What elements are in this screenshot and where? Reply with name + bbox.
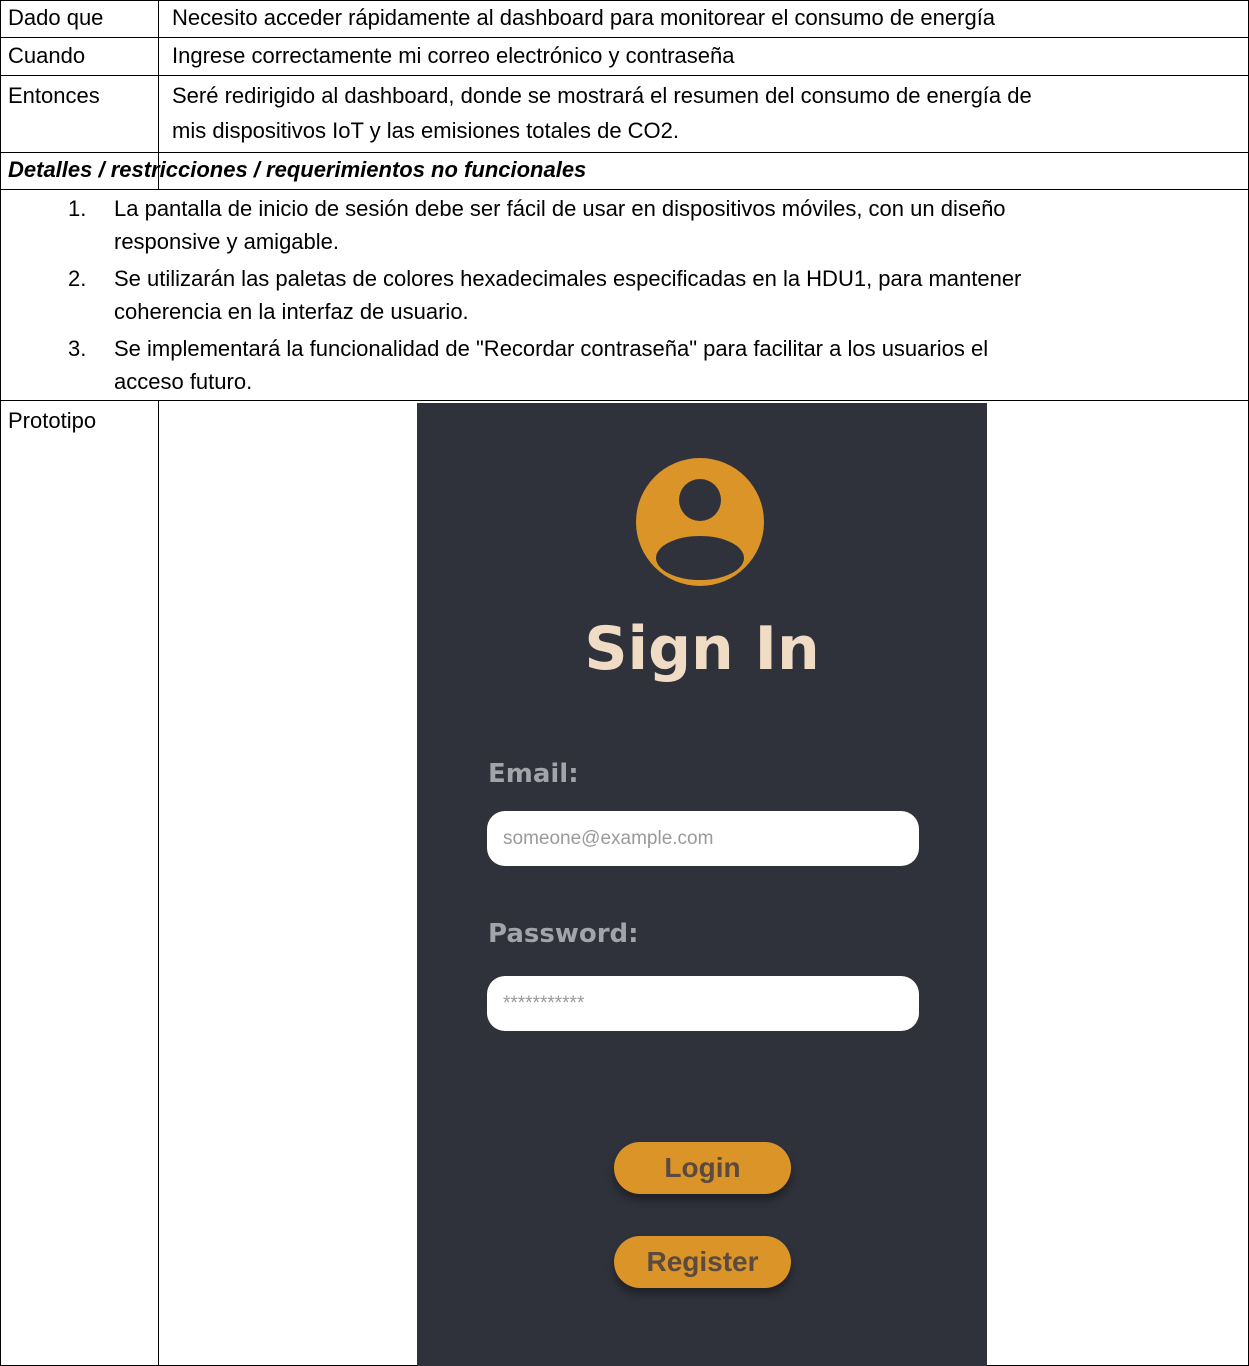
email-label: Email: (488, 759, 579, 789)
login-button[interactable]: Login (614, 1142, 791, 1194)
page-title: Sign In (584, 614, 820, 684)
email-field[interactable]: someone@example.com (487, 811, 919, 866)
row-value-entonces-line1: Seré redirigido al dashboard, donde se m… (172, 83, 1032, 108)
row-divider (0, 152, 1249, 153)
user-story-table: Dado que Necesito acceder rápidamente al… (0, 0, 1249, 1366)
list-number: 3. (68, 336, 87, 361)
list-text-line1: La pantalla de inicio de sesión debe ser… (114, 196, 1006, 221)
row-value-dado-que: Necesito acceder rápidamente al dashboar… (172, 5, 996, 30)
row-divider (0, 75, 1249, 76)
row-divider (0, 400, 1249, 401)
row-value-entonces-line2: mis dispositivos IoT y las emisiones tot… (172, 118, 680, 143)
list-number: 2. (68, 266, 87, 291)
row-label-dado-que: Dado que (8, 5, 104, 30)
list-text-line1: Se utilizarán las paletas de colores hex… (114, 266, 1022, 291)
row-label-cuando: Cuando (8, 43, 86, 68)
password-field[interactable]: *********** (487, 976, 919, 1031)
row-divider (0, 189, 1249, 190)
list-text-line2: acceso futuro. (114, 369, 253, 394)
column-divider (158, 400, 159, 1366)
password-label: Password: (488, 919, 639, 949)
details-heading: Detalles / restricciones / requerimiento… (8, 157, 587, 182)
list-number: 1. (68, 196, 87, 221)
row-label-prototipo: Prototipo (8, 408, 97, 433)
list-text-line2: responsive y amigable. (114, 229, 340, 254)
table-border-top (0, 0, 1249, 1)
sign-in-prototype: Sign In Email: someone@example.com Passw… (417, 403, 987, 1366)
list-text-line2: coherencia en la interfaz de usuario. (114, 299, 469, 324)
register-button[interactable]: Register (614, 1236, 791, 1288)
row-value-cuando: Ingrese correctamente mi correo electrón… (172, 43, 735, 68)
table-border-left (0, 0, 1, 1366)
row-label-entonces: Entonces (8, 83, 100, 108)
user-avatar-icon (636, 458, 764, 586)
row-divider (0, 37, 1249, 38)
list-text-line1: Se implementará la funcionalidad de "Rec… (114, 336, 989, 361)
